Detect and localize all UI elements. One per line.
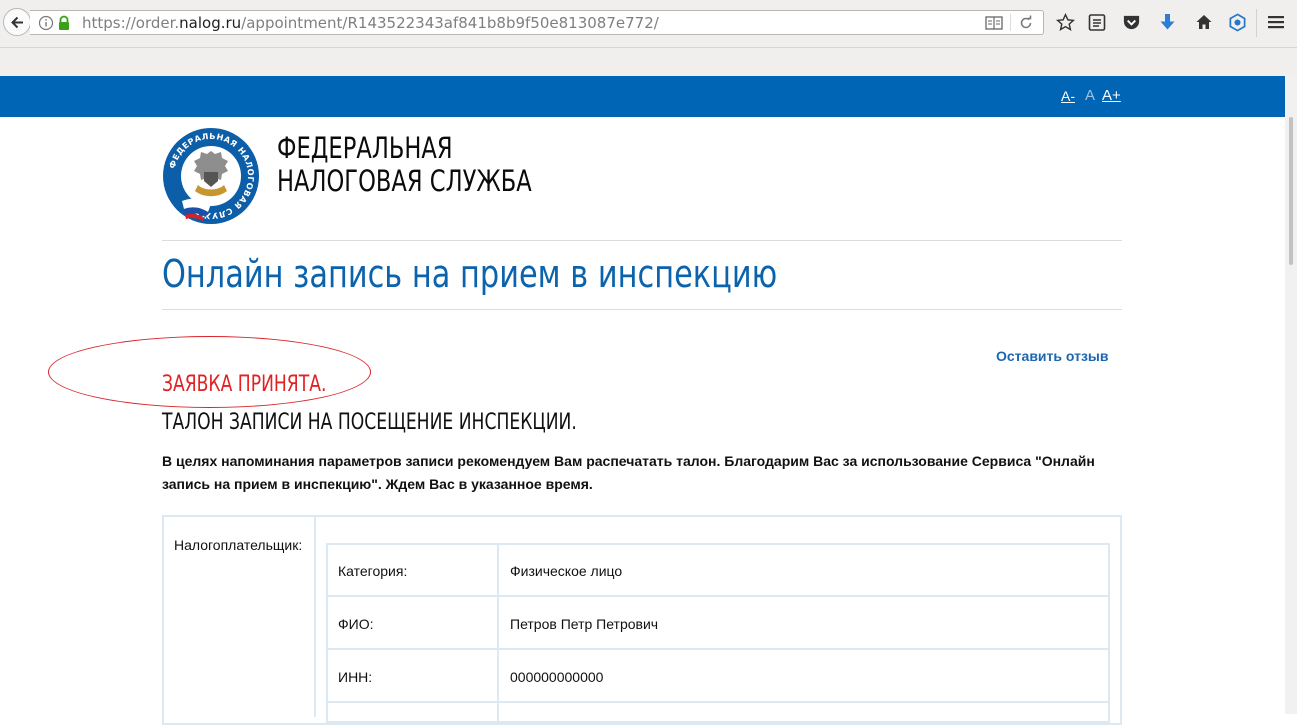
- taxpayer-details-table: [326, 543, 1110, 723]
- category-label: Категория:: [338, 563, 408, 579]
- back-button[interactable]: [3, 8, 31, 36]
- inn-value: 000000000000: [510, 669, 604, 685]
- ticket-title: ТАЛОН ЗАПИСИ НА ПОСЕЩЕНИЕ ИНСПЕКЦИИ.: [162, 410, 577, 435]
- address-bar[interactable]: https://order.nalog.ru/appointment/R1435…: [30, 10, 1044, 35]
- inn-label: ИНН:: [338, 669, 373, 685]
- browser-toolbar: https://order.nalog.ru/appointment/R1435…: [0, 0, 1297, 48]
- divider-top: [162, 240, 1122, 241]
- toolbar-spacer: [0, 48, 1297, 76]
- details-row-divider: [326, 595, 1110, 597]
- font-size-decrease-link[interactable]: A-: [1061, 88, 1075, 104]
- pocket-icon[interactable]: [1122, 13, 1141, 32]
- org-name-line-2: НАЛОГОВАЯ СЛУЖБА: [277, 164, 532, 198]
- reading-list-icon[interactable]: [1088, 13, 1106, 32]
- font-size-increase-link[interactable]: A+: [1102, 87, 1121, 104]
- details-row-divider: [326, 701, 1110, 703]
- org-name-line-1: ФЕДЕРАЛЬНАЯ: [277, 131, 453, 165]
- details-row-divider: [326, 648, 1110, 650]
- divider-bottom: [162, 309, 1122, 310]
- toolbar-separator: [1256, 9, 1257, 37]
- scrollbar-thumb[interactable]: [1289, 117, 1293, 265]
- ticket-table-divider: [314, 517, 316, 717]
- info-icon[interactable]: [38, 15, 54, 31]
- full-name-label: ФИО:: [338, 616, 374, 632]
- reader-view-icon[interactable]: [985, 15, 1003, 31]
- details-column-divider: [497, 543, 499, 723]
- extension-icon[interactable]: [1228, 13, 1247, 32]
- taxpayer-label: Налогоплательщик:: [174, 537, 303, 553]
- url-path: /appointment/R143522343af841b8b9f50e8130…: [241, 14, 659, 32]
- lock-icon[interactable]: [57, 15, 71, 31]
- application-status: ЗАЯВКА ПРИНЯТА.: [162, 372, 327, 397]
- leave-feedback-link[interactable]: Оставить отзыв: [996, 348, 1108, 364]
- fns-emblem-logo[interactable]: ФЕДЕРАЛЬНАЯ НАЛОГОВАЯ СЛУЖБА: [162, 127, 260, 225]
- page-title: Онлайн запись на прием в инспекцию: [162, 252, 778, 296]
- url-prefix: https://order.: [82, 14, 180, 32]
- address-separator: [1010, 14, 1011, 31]
- reload-icon[interactable]: [1018, 15, 1034, 31]
- org-name: ФЕДЕРАЛЬНАЯ НАЛОГОВАЯ СЛУЖБА: [277, 132, 532, 198]
- category-value: Физическое лицо: [510, 563, 623, 579]
- back-arrow-icon: [11, 16, 23, 29]
- site-top-band: A- A A+: [0, 76, 1285, 117]
- full-name-value: Петров Петр Петрович: [510, 616, 659, 632]
- menu-icon[interactable]: [1267, 13, 1285, 31]
- url-host: nalog.ru: [179, 14, 242, 32]
- print-notice: В целях напоминания параметров записи ре…: [162, 453, 1095, 492]
- font-size-normal-link[interactable]: A: [1085, 87, 1095, 104]
- home-icon[interactable]: [1195, 13, 1213, 31]
- download-icon[interactable]: [1159, 13, 1176, 32]
- bookmark-star-icon[interactable]: [1056, 13, 1075, 32]
- url-text[interactable]: https://order.nalog.ru/appointment/R1435…: [82, 14, 659, 32]
